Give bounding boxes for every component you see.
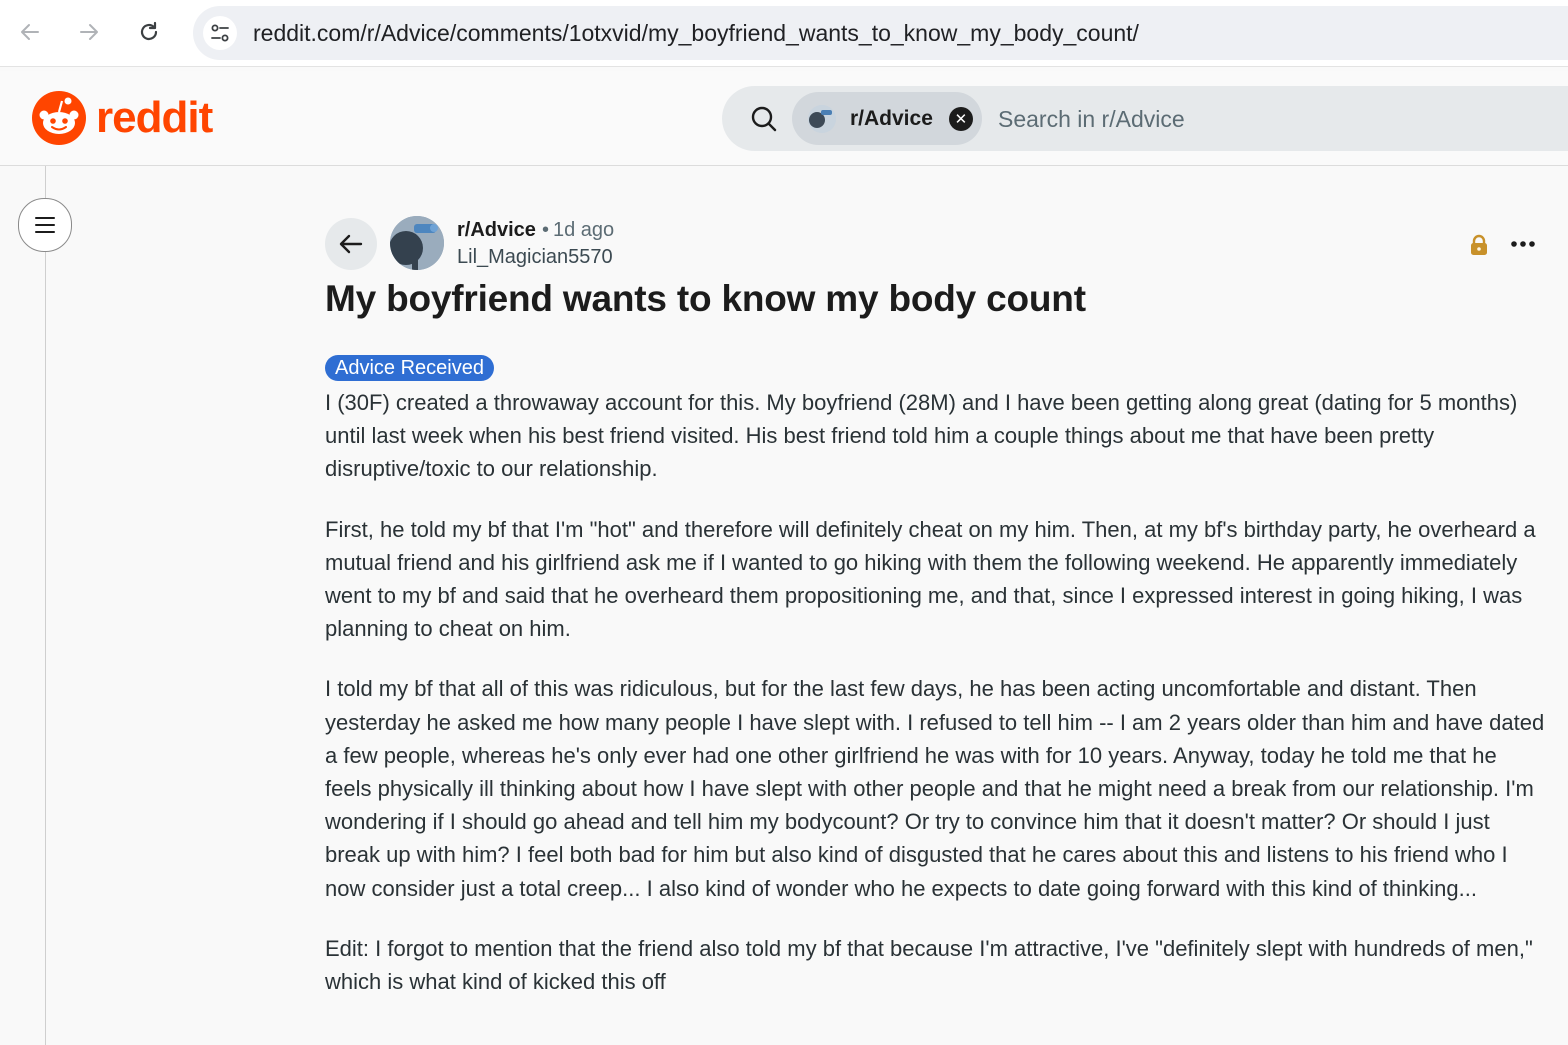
- reload-icon: [140, 21, 158, 41]
- search-input[interactable]: [996, 100, 1568, 138]
- search-bar[interactable]: r/Advice ✕: [722, 86, 1568, 151]
- meta-separator: •: [541, 219, 549, 241]
- reddit-wordmark: reddit: [96, 93, 213, 142]
- clear-scope-button[interactable]: ✕: [948, 106, 973, 131]
- sidebar-divider: [45, 166, 46, 1045]
- post-flair[interactable]: Advice Received: [325, 355, 494, 381]
- subreddit-link[interactable]: r/Advice: [457, 219, 536, 241]
- browser-toolbar: reddit.com/r/Advice/comments/1otxvid/my_…: [0, 0, 1568, 67]
- hamburger-icon: [35, 217, 55, 233]
- browser-back-button[interactable]: [12, 14, 48, 50]
- post-timestamp: 1d ago: [552, 219, 615, 241]
- more-options-button[interactable]: [1505, 230, 1541, 258]
- subreddit-avatar[interactable]: [390, 216, 444, 270]
- post-paragraph: First, he told my bf that I'm "hot" and …: [325, 516, 1536, 642]
- post-paragraph: I (30F) created a throwaway account for …: [325, 390, 1518, 482]
- search-scope-label: r/Advice: [850, 106, 933, 130]
- post-paragraph: I told my bf that all of this was ridicu…: [325, 676, 1545, 901]
- post-body: I (30F) created a throwaway account for …: [325, 386, 1547, 1025]
- subreddit-avatar: [808, 104, 836, 133]
- arrow-left-icon: [21, 24, 39, 40]
- arrow-left-icon: [339, 234, 363, 254]
- ellipsis-icon: [1511, 241, 1535, 247]
- lock-icon: [1468, 233, 1490, 257]
- menu-button[interactable]: [18, 198, 72, 252]
- snoo-icon: [32, 91, 86, 145]
- site-info-button[interactable]: [203, 16, 237, 50]
- browser-forward-button[interactable]: [71, 14, 107, 50]
- back-button[interactable]: [325, 218, 377, 270]
- browser-reload-button[interactable]: [131, 14, 167, 50]
- arrow-right-icon: [80, 24, 98, 40]
- url-text[interactable]: reddit.com/r/Advice/comments/1otxvid/my_…: [253, 20, 1139, 47]
- author-link[interactable]: Lil_Magician5570: [457, 246, 613, 269]
- address-bar[interactable]: reddit.com/r/Advice/comments/1otxvid/my_…: [193, 6, 1568, 60]
- search-icon: [748, 103, 780, 135]
- close-icon: ✕: [954, 110, 968, 128]
- site-header: reddit r/Advice ✕: [0, 71, 1568, 166]
- search-scope-chip[interactable]: r/Advice ✕: [792, 92, 982, 145]
- post-title: My boyfriend wants to know my body count: [325, 278, 1086, 319]
- post-paragraph: Edit: I forgot to mention that the frien…: [325, 935, 1533, 995]
- post-meta: r/Advice • 1d ago: [457, 219, 614, 242]
- tune-icon: [211, 24, 229, 42]
- reddit-logo[interactable]: reddit: [32, 91, 213, 145]
